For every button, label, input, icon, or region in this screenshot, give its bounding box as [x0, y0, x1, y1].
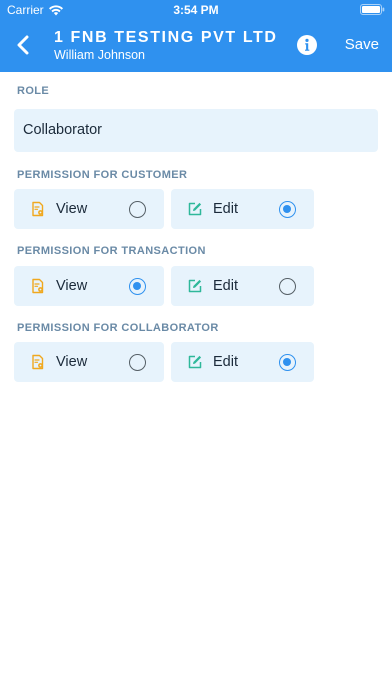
permission-collaborator-label: PERMISSION FOR COLLABORATOR: [17, 322, 219, 334]
edit-pencil-icon: [188, 355, 202, 369]
company-name: 1 FNB TESTING PVT LTD: [54, 29, 278, 46]
status-bar: Carrier 3:54 PM: [0, 0, 392, 20]
user-name: William Johnson: [54, 48, 146, 62]
transaction-edit-option[interactable]: Edit: [171, 266, 314, 306]
transaction-edit-radio[interactable]: [279, 278, 296, 295]
view-label: View: [56, 354, 88, 370]
transaction-view-radio[interactable]: [129, 278, 146, 295]
view-label: View: [56, 201, 88, 217]
info-icon[interactable]: [297, 35, 317, 55]
customer-view-option[interactable]: View: [14, 189, 164, 229]
edit-label: Edit: [213, 354, 238, 370]
document-view-icon: [32, 278, 44, 294]
document-view-icon: [32, 201, 44, 217]
chevron-left-icon: [17, 35, 29, 55]
permission-customer-label: PERMISSION FOR CUSTOMER: [17, 169, 188, 181]
permission-transaction-label: PERMISSION FOR TRANSACTION: [17, 245, 206, 257]
battery-icon: [360, 4, 385, 15]
edit-label: Edit: [213, 201, 238, 217]
edit-pencil-icon: [188, 202, 202, 216]
role-section-label: ROLE: [17, 85, 50, 97]
status-time: 3:54 PM: [173, 3, 219, 17]
customer-view-radio[interactable]: [129, 201, 146, 218]
collaborator-view-option[interactable]: View: [14, 342, 164, 382]
header-title-group: 1 FNB TESTING PVT LTD William Johnson: [54, 29, 278, 63]
transaction-view-option[interactable]: View: [14, 266, 164, 306]
document-view-icon: [32, 354, 44, 370]
app-header: Carrier 3:54 PM 1 FNB TESTING PVT LTD Wi…: [0, 0, 392, 72]
collaborator-view-radio[interactable]: [129, 354, 146, 371]
save-button[interactable]: Save: [345, 36, 379, 53]
edit-pencil-icon: [188, 279, 202, 293]
role-field[interactable]: Collaborator: [14, 109, 378, 152]
collaborator-edit-option[interactable]: Edit: [171, 342, 314, 382]
back-button[interactable]: [10, 32, 36, 58]
edit-label: Edit: [213, 278, 238, 294]
customer-edit-option[interactable]: Edit: [171, 189, 314, 229]
customer-edit-radio[interactable]: [279, 201, 296, 218]
collaborator-edit-radio[interactable]: [279, 354, 296, 371]
view-label: View: [56, 278, 88, 294]
